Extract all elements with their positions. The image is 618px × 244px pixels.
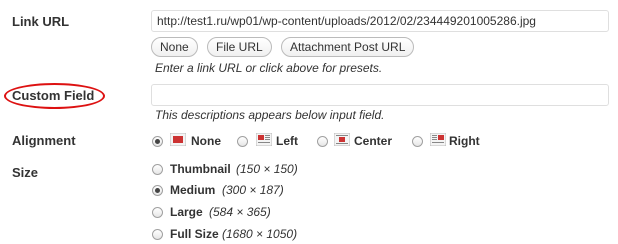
size-large-dims: (584 × 365) [209,205,271,219]
custom-field-label: Custom Field [12,88,95,103]
size-thumbnail-radio[interactable] [152,164,163,175]
size-full-label[interactable]: Full Size [170,227,219,241]
link-url-help: Enter a link URL or click above for pres… [155,61,383,75]
none-preset-button[interactable]: None [151,37,198,57]
align-right-radio[interactable] [412,136,423,147]
align-center-label[interactable]: Center [354,134,392,148]
size-large-radio[interactable] [152,207,163,218]
size-thumbnail-dims: (150 × 150) [236,162,298,176]
align-center-radio[interactable] [317,136,328,147]
align-center-icon [334,133,350,146]
custom-field-input[interactable] [151,84,609,106]
align-left-icon [256,133,272,146]
file-url-preset-button[interactable]: File URL [207,37,272,57]
align-left-radio[interactable] [237,136,248,147]
align-left-label[interactable]: Left [276,134,298,148]
size-full-radio[interactable] [152,229,163,240]
align-right-label[interactable]: Right [449,134,480,148]
size-full-dims: (1680 × 1050) [222,227,298,241]
size-medium-radio[interactable] [152,185,163,196]
size-large-label[interactable]: Large [170,205,203,219]
align-none-radio[interactable] [152,136,163,147]
size-medium-dims: (300 × 187) [222,183,284,197]
custom-field-help: This descriptions appears below input fi… [155,108,385,122]
link-url-label: Link URL [12,14,70,29]
align-none-label[interactable]: None [191,134,221,148]
align-none-icon [170,133,186,146]
size-medium-label[interactable]: Medium [170,183,215,197]
alignment-label: Alignment [12,133,76,148]
align-right-icon [430,133,446,146]
attachment-post-url-preset-button[interactable]: Attachment Post URL [281,37,415,57]
size-label: Size [12,165,39,180]
size-thumbnail-label[interactable]: Thumbnail [170,162,231,176]
link-url-input[interactable] [151,10,609,32]
